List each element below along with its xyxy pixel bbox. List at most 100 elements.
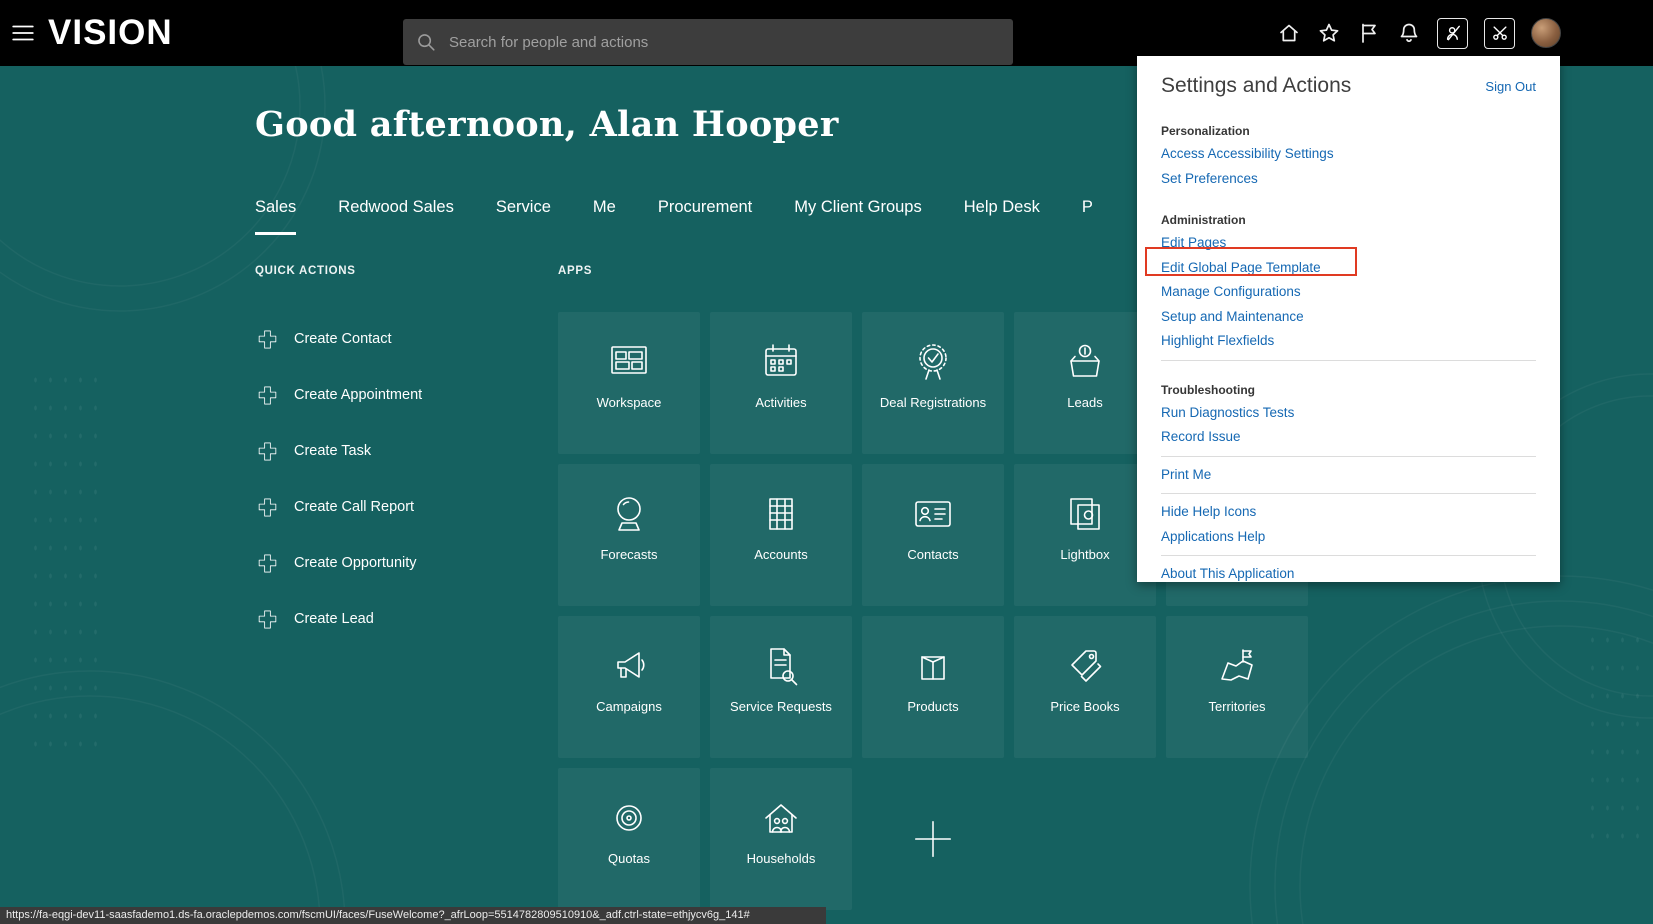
divider [1161,555,1536,556]
global-search-input[interactable] [437,19,1013,65]
tab-my-client-groups[interactable]: My Client Groups [794,198,921,235]
leads-icon [1061,338,1109,386]
global-search-box [403,19,1013,65]
quotas-icon [605,794,653,842]
quick-action-label: Create Task [294,443,371,459]
user-avatar[interactable] [1531,18,1561,48]
menu-item-set-preferences[interactable]: Set Preferences [1161,167,1536,192]
app-tile-leads[interactable]: Leads [1014,312,1156,454]
announcements-flag-icon[interactable] [1357,21,1381,45]
section-heading-administration: Administration [1161,213,1536,227]
app-tile-forecasts[interactable]: Forecasts [558,464,700,606]
tab-procurement[interactable]: Procurement [658,198,752,235]
app-tile-products[interactable]: Products [862,616,1004,758]
scissors-icon [1490,23,1510,43]
service-requests-icon [757,642,805,690]
price-books-icon [1061,642,1109,690]
activities-icon [757,338,805,386]
quick-actions-list: Create Contact Create Appointment Create… [255,324,422,634]
app-tile-activities[interactable]: Activities [710,312,852,454]
add-plus-icon [910,816,956,862]
app-tile-campaigns[interactable]: Campaigns [558,616,700,758]
home-icon[interactable] [1277,21,1301,45]
contacts-icon [909,490,957,538]
menu-item-run-diagnostics-tests[interactable]: Run Diagnostics Tests [1161,401,1536,426]
menu-item-hide-help-icons[interactable]: Hide Help Icons [1161,500,1536,525]
quick-action-label: Create Call Report [294,499,414,515]
plus-icon [255,551,280,576]
springboard-tabs: Sales Redwood Sales Service Me Procureme… [255,198,1093,235]
section-heading-troubleshooting: Troubleshooting [1161,383,1536,397]
vision-logo[interactable]: VISION [48,13,173,53]
quick-action-create-opportunity[interactable]: Create Opportunity [255,548,422,578]
app-tile-workspace[interactable]: Workspace [558,312,700,454]
quick-action-label: Create Lead [294,611,374,627]
quick-action-create-lead[interactable]: Create Lead [255,604,422,634]
quick-action-label: Create Contact [294,331,392,347]
menu-item-applications-help[interactable]: Applications Help [1161,525,1536,550]
sign-out-link[interactable]: Sign Out [1485,79,1536,94]
lightbox-icon [1061,490,1109,538]
status-bar-url: https://fa-eqgi-dev11-saasfademo1.ds-fa.… [0,907,826,924]
households-icon [757,794,805,842]
app-tile-service-requests[interactable]: Service Requests [710,616,852,758]
accounts-icon [757,490,805,538]
menu-item-highlight-flexfields[interactable]: Highlight Flexfields [1161,329,1536,354]
forecasts-icon [605,490,653,538]
products-icon [909,642,957,690]
favorites-star-icon[interactable] [1317,21,1341,45]
hamburger-menu-icon[interactable] [10,20,36,46]
plus-icon [255,495,280,520]
tab-sales[interactable]: Sales [255,198,296,235]
quick-action-create-appointment[interactable]: Create Appointment [255,380,422,410]
quick-action-create-contact[interactable]: Create Contact [255,324,422,354]
person-slash-icon [1443,23,1463,43]
settings-and-actions-panel: Settings and Actions Sign Out Personaliz… [1137,56,1560,582]
tab-help-desk[interactable]: Help Desk [964,198,1040,235]
divider [1161,493,1536,494]
tab-redwood-sales[interactable]: Redwood Sales [338,198,454,235]
menu-item-about-this-application[interactable]: About This Application [1161,562,1536,582]
divider [1161,456,1536,457]
app-tile-contacts[interactable]: Contacts [862,464,1004,606]
tab-me[interactable]: Me [593,198,616,235]
app-tile-deal-registrations[interactable]: Deal Registrations [862,312,1004,454]
territories-icon [1213,642,1261,690]
menu-item-access-accessibility-settings[interactable]: Access Accessibility Settings [1161,142,1536,167]
menu-item-edit-global-page-template[interactable]: Edit Global Page Template [1161,256,1536,281]
quick-action-create-call-report[interactable]: Create Call Report [255,492,422,522]
campaigns-icon [605,642,653,690]
app-tile-households[interactable]: Households [710,768,852,910]
tab-truncated[interactable]: P [1082,198,1093,235]
panel-title: Settings and Actions [1161,74,1351,98]
page-greeting: Good afternoon, Alan Hooper [255,104,839,145]
tab-service[interactable]: Service [496,198,551,235]
menu-item-manage-configurations[interactable]: Manage Configurations [1161,280,1536,305]
menu-item-edit-pages[interactable]: Edit Pages [1161,231,1536,256]
menu-item-print-me[interactable]: Print Me [1161,463,1536,488]
scissors-toolbar-button[interactable] [1484,18,1515,49]
app-tile-price-books[interactable]: Price Books [1014,616,1156,758]
notifications-bell-icon[interactable] [1397,21,1421,45]
section-heading-personalization: Personalization [1161,124,1536,138]
app-tile-accounts[interactable]: Accounts [710,464,852,606]
person-slash-toolbar-button[interactable] [1437,18,1468,49]
app-tile-lightbox[interactable]: Lightbox [1014,464,1156,606]
quick-action-label: Create Appointment [294,387,422,403]
app-tile-quotas[interactable]: Quotas [558,768,700,910]
deal-registrations-icon [909,338,957,386]
add-app-tile[interactable] [862,768,1004,910]
menu-item-record-issue[interactable]: Record Issue [1161,425,1536,450]
app-tile-territories[interactable]: Territories [1166,616,1308,758]
dot-pattern [1585,626,1645,846]
plus-icon [255,439,280,464]
quick-actions-heading: QUICK ACTIONS [255,265,356,277]
workspace-icon [605,338,653,386]
plus-icon [255,327,280,352]
dot-pattern [28,366,98,766]
menu-item-setup-and-maintenance[interactable]: Setup and Maintenance [1161,305,1536,330]
quick-action-create-task[interactable]: Create Task [255,436,422,466]
divider [1161,360,1536,361]
plus-icon [255,607,280,632]
apps-heading: APPS [558,265,592,277]
